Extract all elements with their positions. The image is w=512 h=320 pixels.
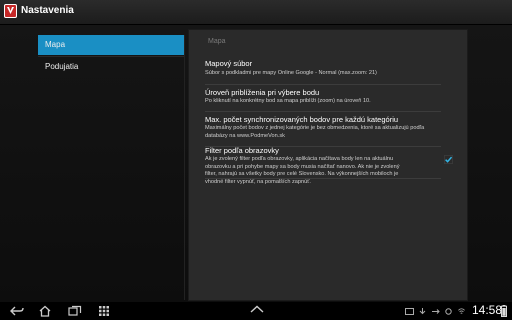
- settings-nav: Mapa Podujatia: [38, 35, 185, 300]
- app-logo-icon[interactable]: [4, 4, 17, 18]
- back-icon[interactable]: [10, 305, 24, 317]
- menu-grid-icon[interactable]: [98, 305, 110, 317]
- pref-zoom-level[interactable]: Úroveň priblíženia pri výbere bodu Po kl…: [205, 85, 441, 112]
- pref-summary: Maximálny počet bodov z jednej kategórie…: [205, 125, 425, 139]
- pref-map-file[interactable]: Mapový súbor Súbor s podkladmi pre mapy …: [205, 59, 441, 85]
- nav-item-podujatia[interactable]: Podujatia: [38, 57, 184, 77]
- home-icon[interactable]: [38, 305, 52, 317]
- sync-icon: [445, 308, 452, 315]
- download-icon: [419, 308, 426, 315]
- system-nav-bar: 14:58: [0, 302, 512, 320]
- settings-content: Mapa Podujatia Mapa Mapový súbor Súbor s…: [0, 25, 512, 302]
- recent-apps-icon[interactable]: [68, 305, 82, 317]
- pref-title: Mapový súbor: [205, 59, 253, 68]
- pref-summary: Ak je zvolený filter podľa obrazovky, ap…: [205, 156, 400, 185]
- category-title: Mapa: [208, 38, 226, 45]
- pref-title: Filter podľa obrazovky: [205, 146, 279, 155]
- nav-item-mapa[interactable]: Mapa: [38, 35, 184, 55]
- clock: 14:58: [472, 303, 503, 317]
- pref-title: Úroveň priblíženia pri výbere bodu: [205, 88, 320, 97]
- chevron-up-icon[interactable]: [250, 305, 264, 313]
- notification-icon: [405, 308, 414, 315]
- settings-detail: Mapa Mapový súbor Súbor s podkladmi pre …: [188, 29, 468, 301]
- action-bar: Nastavenia: [0, 0, 512, 25]
- battery-icon: [501, 305, 507, 317]
- pref-screen-filter[interactable]: Filter podľa obrazovky Ak je zvolený fil…: [205, 143, 453, 185]
- screen-filter-checkbox[interactable]: [444, 155, 453, 164]
- app-title: Nastavenia: [21, 5, 74, 16]
- usb-icon: [432, 309, 440, 314]
- pref-title: Max. počet synchronizovaných bodov pre k…: [205, 115, 399, 124]
- pref-max-sync-points[interactable]: Max. počet synchronizovaných bodov pre k…: [205, 112, 441, 147]
- pref-summary: Po kliknutí na konkrétny bod sa mapa pri…: [205, 98, 371, 104]
- pref-summary: Súbor s podkladmi pre mapy Online Google…: [205, 70, 377, 76]
- wifi-icon: [458, 308, 465, 314]
